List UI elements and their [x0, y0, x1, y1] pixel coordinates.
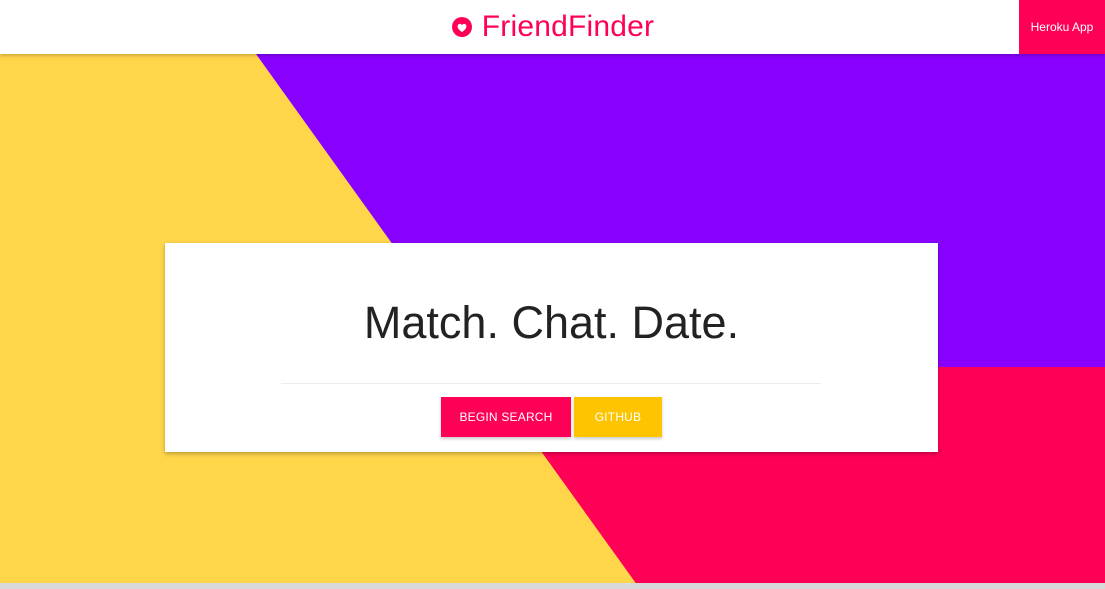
hero-headline: Match. Chat. Date.: [363, 297, 740, 348]
brand-title: FriendFinder: [481, 10, 655, 43]
hero-section: Match. Chat. Date. BEGIN SEARCH GITHUB: [0, 54, 1105, 589]
top-navbar: FriendFinder Heroku App: [0, 0, 1105, 54]
heart-icon: [451, 16, 473, 38]
window-bottom-shadow: [0, 583, 1105, 589]
brand-link[interactable]: FriendFinder: [0, 0, 1105, 54]
page: FriendFinder Heroku App Match. Chat. Dat…: [0, 0, 1105, 589]
github-button[interactable]: GITHUB: [574, 397, 662, 437]
card-divider: [281, 383, 821, 384]
heroku-app-button[interactable]: Heroku App: [1019, 0, 1105, 54]
hero-actions: BEGIN SEARCH GITHUB: [441, 397, 662, 437]
hero-card: Match. Chat. Date. BEGIN SEARCH GITHUB: [165, 243, 938, 452]
begin-search-button[interactable]: BEGIN SEARCH: [441, 397, 571, 437]
